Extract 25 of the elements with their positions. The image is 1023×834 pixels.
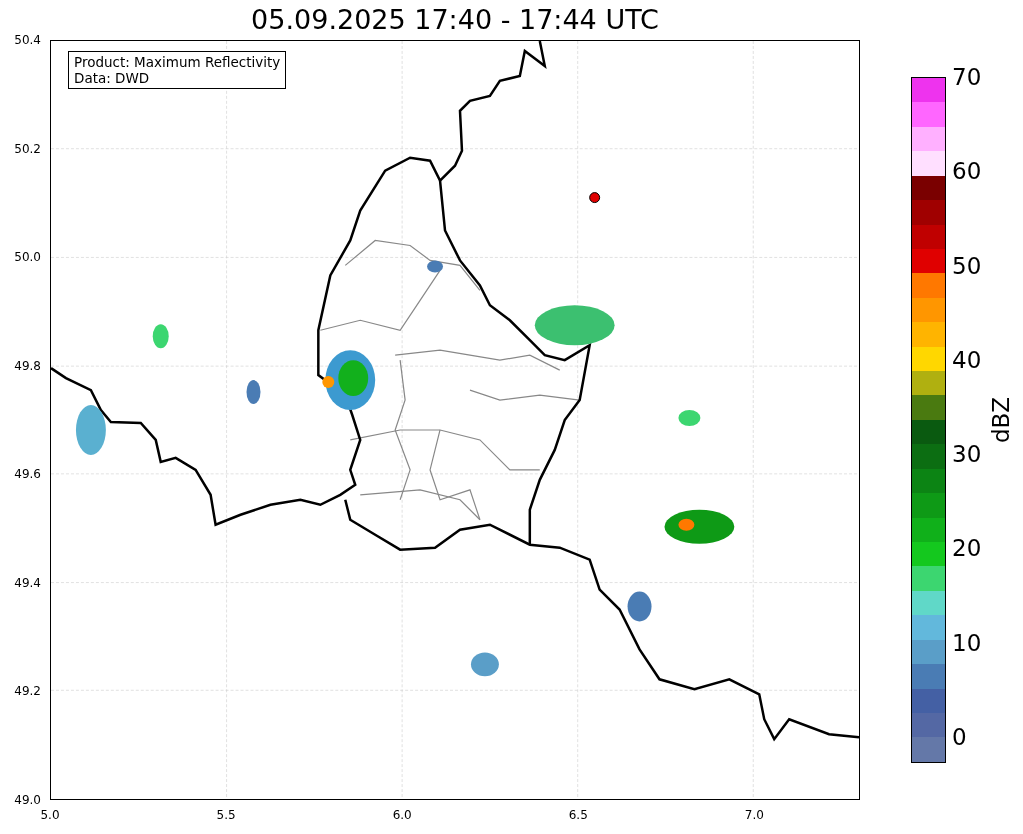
colorbar-tick-label: 60: [952, 158, 982, 185]
latitude-tick-label: 49.0: [13, 792, 42, 807]
latitude-tick-label: 49.8: [13, 358, 42, 373]
latitude-tick-label: 50.2: [13, 141, 42, 156]
colorbar-label: dBZ: [988, 396, 1015, 444]
latitude-tick-label: 49.6: [13, 467, 42, 482]
longitude-tick-label: 5.5: [216, 808, 236, 822]
colorbar-tick-label: 0: [952, 723, 968, 750]
latitude-tick-label: 50.0: [13, 250, 42, 265]
latitude-tick-label: 49.4: [13, 575, 42, 590]
colorbar-tick-label: 20: [952, 535, 982, 562]
latitude-tick-label: 50.4: [13, 33, 42, 47]
colorbar-tick-label: 40: [952, 346, 982, 373]
longitude-tick-label: 5.0: [40, 808, 60, 822]
longitude-tick-label: 6.0: [392, 808, 412, 822]
chart-title: 05.09.2025 17:40 - 17:44 UTC: [250, 3, 660, 37]
longitude-tick-label: 6.5: [568, 808, 588, 822]
longitude-tick-label: 7.0: [744, 808, 764, 822]
colorbar-tick-label: 50: [952, 252, 982, 279]
legend-text: Data: DWD: [74, 70, 151, 86]
colorbar-tick-label: 10: [952, 629, 982, 656]
latitude-tick-label: 49.2: [13, 684, 42, 699]
legend-text: Product: Maximum Reflectivity: [74, 54, 281, 70]
colorbar-tick-label: 30: [952, 441, 982, 468]
colorbar-tick-label: 70: [952, 64, 982, 90]
